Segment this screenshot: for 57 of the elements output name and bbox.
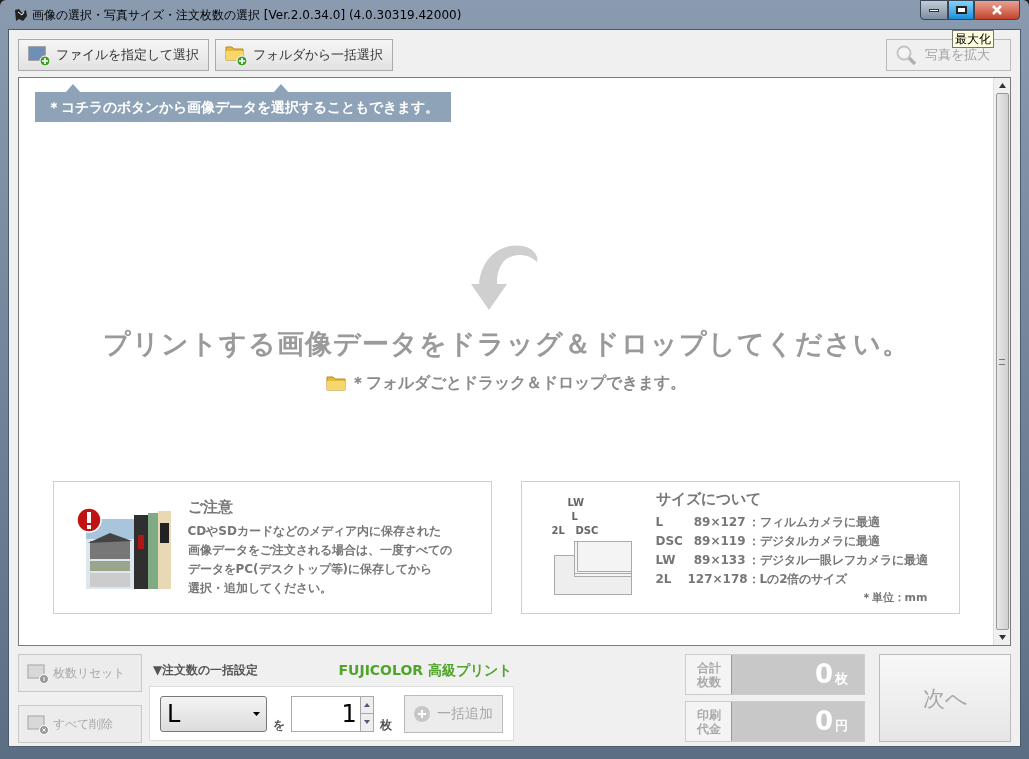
- scrollbar[interactable]: [993, 78, 1010, 645]
- spin-down-icon[interactable]: [363, 720, 370, 725]
- diagram-label: 2L: [551, 525, 565, 537]
- size-name: L: [655, 513, 665, 531]
- drop-message: プリントする画像データをドラッグ＆ドロップしてください。: [102, 327, 910, 361]
- size-dimensions: 89×133: [692, 551, 747, 569]
- count-field[interactable]: 1: [290, 695, 361, 732]
- diagram-label: DSC: [575, 525, 599, 537]
- window-title: 画像の選択・写真サイズ・注文枚数の選択 [Ver.2.0.34.0] (4.0.30319.42000): [32, 6, 462, 24]
- size-name: 2L: [655, 570, 673, 588]
- total-label: 合計 枚数: [686, 655, 732, 694]
- size-title: サイズについて: [655, 489, 762, 511]
- notice-text: CDやSDカードなどのメディア内に保存された 画像データをご注文される場合は、一度すべての データをPC(デスクトップ等)に保存してから 選択・追加してください。: [187, 522, 452, 597]
- brand-label: FUJICOLOR 高級プリント: [338, 660, 512, 680]
- plus-icon: [413, 704, 432, 723]
- spin-up-icon[interactable]: [363, 702, 370, 707]
- maximize-button[interactable]: [948, 0, 974, 20]
- callout-pointer: [65, 84, 81, 93]
- alert-icon: [75, 507, 102, 533]
- size-dimensions: 127×178: [687, 570, 748, 588]
- size-name: DSC: [655, 532, 684, 550]
- scroll-down-icon[interactable]: [998, 635, 1006, 640]
- tooltip: 最大化: [952, 30, 994, 48]
- toolbar-button[interactable]: フォルダから一括選択: [215, 38, 393, 71]
- size-name: LW: [655, 551, 677, 569]
- bulk-setting-label: ▼注文数の一括設定: [153, 662, 259, 679]
- notice-title: ご注意: [187, 497, 234, 519]
- size-dimensions: 89×119: [692, 532, 747, 550]
- size-dropdown[interactable]: L: [160, 695, 267, 732]
- search-icon: [895, 43, 917, 66]
- size-dimensions: 89×127: [692, 513, 747, 531]
- close-button[interactable]: [974, 0, 1020, 20]
- photo-delete-icon: [27, 713, 49, 735]
- minimize-icon: [929, 8, 939, 12]
- size-note: ：フィルムカメラに最適: [747, 513, 880, 531]
- unit-label: 枚: [379, 717, 392, 734]
- diagram-label: LW: [567, 497, 585, 509]
- particle-label: を: [272, 717, 285, 734]
- size-note: ：Lの2倍のサイズ: [747, 570, 848, 588]
- folder-plus-icon: [225, 43, 247, 66]
- scroll-up-icon[interactable]: [998, 83, 1006, 88]
- photo-zero-icon: [27, 662, 49, 684]
- folder-icon: [326, 374, 346, 391]
- total-label: 印刷 代金: [686, 702, 732, 741]
- diagram-label: L: [571, 511, 578, 523]
- app-icon: [14, 7, 28, 22]
- close-icon: [991, 5, 1003, 15]
- size-note: ：デジタル一眼レフカメラに最適: [747, 551, 928, 569]
- unit-note: ＊単位：mm: [860, 589, 928, 606]
- picture-plus-icon: [28, 43, 50, 66]
- callout-pointer: [273, 84, 289, 93]
- minimize-button[interactable]: [920, 0, 948, 20]
- toolbar-button[interactable]: ファイルを指定して選択: [18, 38, 209, 71]
- drop-sub-message: ＊フォルダごとドラック＆ドロップできます。: [350, 371, 686, 394]
- caret-icon: [252, 711, 260, 716]
- size-note: ：デジタルカメラに最適: [747, 532, 880, 550]
- maximize-icon: [955, 6, 967, 14]
